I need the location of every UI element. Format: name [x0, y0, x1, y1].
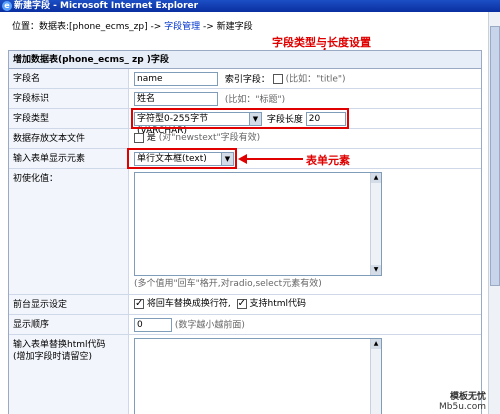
- replace-html-textarea[interactable]: ▲: [134, 338, 382, 414]
- support-html-checkbox[interactable]: [236, 297, 247, 310]
- window-scrollbar-thumb[interactable]: [490, 26, 500, 286]
- breadcrumb-current: 新建字段: [216, 22, 253, 32]
- front-display-label: 前台显示设定: [9, 295, 129, 314]
- field-id-label: 字段标识: [9, 89, 129, 108]
- annotation-form-element: 表单元素: [306, 154, 350, 167]
- replace-newline-checkbox[interactable]: [134, 297, 144, 310]
- order-hint: (数字越小越前面): [174, 320, 245, 331]
- row-order: 显示顺序 0 (数字越小越前面): [9, 315, 481, 335]
- breadcrumb-prefix: 位置：数据表:[phone_ecms_zp] ->: [12, 22, 165, 32]
- field-name-label: 字段名: [9, 69, 129, 88]
- index-field-hint: (比如："title"): [285, 74, 346, 85]
- breadcrumb-link-field-manage[interactable]: 字段管理: [164, 22, 200, 32]
- text-store-checkbox[interactable]: [134, 132, 144, 143]
- text-store-label: 数据存放文本文件: [9, 129, 129, 148]
- watermark-site: Mb5u.com: [439, 402, 486, 412]
- row-field-name: 字段名 name 索引字段： (比如："title"): [9, 69, 481, 89]
- row-text-store: 数据存放文本文件 是 (对"newstext"字段有效): [9, 129, 481, 149]
- annotation-arrow-2: [238, 154, 303, 164]
- row-field-type: 字段类型 字符型0-255字节(VARCHAR) ▼ 字段长度 20: [9, 108, 481, 136]
- field-id-hint: (比如："标题"): [224, 94, 286, 105]
- init-value-textarea[interactable]: ▲ ▼: [134, 172, 382, 276]
- order-input[interactable]: 0: [134, 318, 172, 332]
- row-replace-html: 输入表单替换html代码 (增加字段时请留空) ▲: [9, 335, 481, 414]
- watermark-brand: 模板无忧: [449, 392, 486, 402]
- window-scrollbar[interactable]: [488, 12, 500, 414]
- index-field-label: 索引字段：: [224, 74, 270, 85]
- support-html-label: 支持html代码: [249, 299, 307, 309]
- breadcrumb: 位置：数据表:[phone_ecms_zp] -> 字段管理 -> 新建字段: [12, 20, 253, 34]
- form-header: 增加数据表(phone_ecms_ zp )字段: [9, 51, 481, 69]
- replace-html-label: 输入表单替换html代码 (增加字段时请留空): [9, 335, 129, 414]
- breadcrumb-sep: ->: [200, 22, 217, 32]
- init-value-label: 初使化值：: [9, 169, 129, 294]
- textarea-scrollbar[interactable]: ▲ ▼: [370, 173, 381, 275]
- row-front-display: 前台显示设定 将回车替换成换行符, 支持html代码: [9, 295, 481, 315]
- replace-newline-label: 将回车替换成换行符,: [146, 299, 231, 309]
- highlight-box-type: [131, 108, 349, 129]
- watermark: 模板无忧 Mb5u.com: [439, 389, 486, 412]
- field-type-label: 字段类型: [9, 109, 129, 128]
- field-form: 增加数据表(phone_ecms_ zp )字段 字段名 name 索引字段： …: [8, 50, 482, 414]
- ie-icon: e: [2, 1, 12, 11]
- text-store-option: 是: [146, 133, 156, 143]
- highlight-box-element: [127, 148, 237, 169]
- init-value-hint: (多个值用"回车"格开,对radio,select元素有效): [134, 279, 322, 289]
- input-element-label: 输入表单显示元素: [9, 149, 129, 168]
- textarea-scrollbar[interactable]: ▲: [370, 339, 381, 414]
- window-title: 新建字段 - Microsoft Internet Explorer: [14, 1, 199, 11]
- row-field-id: 字段标识 姓名 (比如："标题"): [9, 89, 481, 109]
- order-label: 显示顺序: [9, 315, 129, 334]
- index-field-checkbox[interactable]: [272, 74, 283, 84]
- text-store-hint: (对"newstext"字段有效): [158, 133, 261, 143]
- field-id-input[interactable]: 姓名: [134, 92, 218, 106]
- row-init-value: 初使化值： ▲ ▼ (多个值用"回车"格开,对radio,select元素有效): [9, 169, 481, 295]
- field-name-input[interactable]: name: [134, 72, 218, 86]
- window-titlebar: e 新建字段 - Microsoft Internet Explorer: [0, 0, 500, 12]
